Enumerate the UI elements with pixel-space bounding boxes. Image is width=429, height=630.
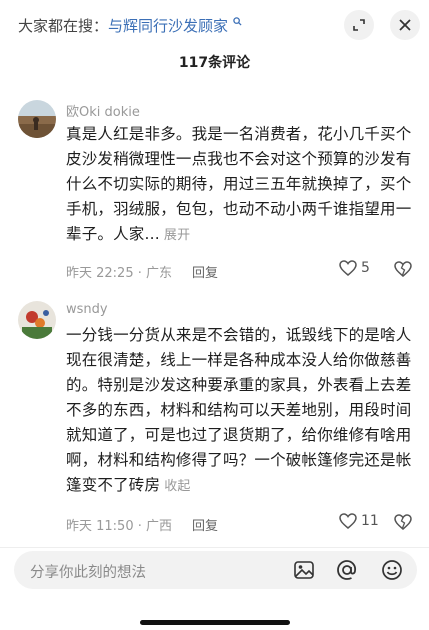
reply-button[interactable]: 回复: [192, 519, 218, 534]
heart-icon: [339, 260, 357, 276]
username[interactable]: 欧Oki dokie: [66, 101, 140, 120]
like-count: 5: [361, 260, 370, 276]
search-icon: [229, 16, 242, 29]
expand-button[interactable]: [344, 10, 374, 40]
like-button[interactable]: 11: [339, 513, 379, 529]
expand-icon: [353, 19, 365, 31]
avatar[interactable]: [18, 301, 56, 339]
trending-search-link[interactable]: 与辉同行沙发顾家: [108, 17, 228, 35]
image-icon[interactable]: [292, 558, 316, 582]
comment-text: 一分钱一分货从来是不会错的，诋毁线下的是啥人现在很清楚，线上一样是各种成本没人给…: [66, 323, 416, 499]
comment-input[interactable]: 分享你此刻的想法: [14, 551, 417, 589]
divider: [0, 547, 429, 548]
reply-button[interactable]: 回复: [192, 266, 218, 281]
comment-meta: 昨天 11:50 · 广西 回复: [66, 515, 218, 534]
close-icon: [399, 19, 411, 31]
like-button[interactable]: 5: [339, 260, 370, 276]
broken-heart-icon: [394, 514, 412, 530]
dislike-button[interactable]: [394, 261, 412, 281]
comment-text-content: 一分钱一分货从来是不会错的，诋毁线下的是啥人现在很清楚，线上一样是各种成本没人给…: [66, 326, 412, 494]
close-button[interactable]: [390, 10, 420, 40]
emoji-icon[interactable]: [380, 558, 404, 582]
comment-input-placeholder: 分享你此刻的想法: [30, 565, 146, 581]
comment-time-location: 昨天 11:50 · 广西: [66, 519, 172, 534]
home-indicator: [140, 620, 290, 625]
like-count: 11: [361, 513, 379, 529]
collapse-toggle[interactable]: 收起: [164, 479, 190, 494]
username[interactable]: wsndy: [66, 302, 108, 317]
heart-icon: [339, 513, 357, 529]
at-icon[interactable]: [335, 558, 359, 582]
avatar[interactable]: [18, 100, 56, 138]
trending-search[interactable]: 大家都在搜：与辉同行沙发顾家: [18, 15, 242, 36]
top-bar: 大家都在搜：与辉同行沙发顾家: [0, 0, 429, 50]
trending-search-prefix: 大家都在搜：: [18, 17, 109, 35]
comment-text-content: 真是人红是非多。我是一名消费者，花小几千买个皮沙发稍微理性一点我也不会对这个预算…: [66, 125, 412, 243]
comment-count: 117条评论: [178, 55, 251, 71]
dislike-button[interactable]: [394, 514, 412, 534]
comment-text: 真是人红是非多。我是一名消费者，花小几千买个皮沙发稍微理性一点我也不会对这个预算…: [66, 122, 416, 248]
comment-meta: 昨天 22:25 · 广东 回复: [66, 262, 218, 281]
broken-heart-icon: [394, 261, 412, 277]
comment-time-location: 昨天 22:25 · 广东: [66, 266, 172, 281]
expand-toggle[interactable]: 展开: [164, 228, 190, 243]
